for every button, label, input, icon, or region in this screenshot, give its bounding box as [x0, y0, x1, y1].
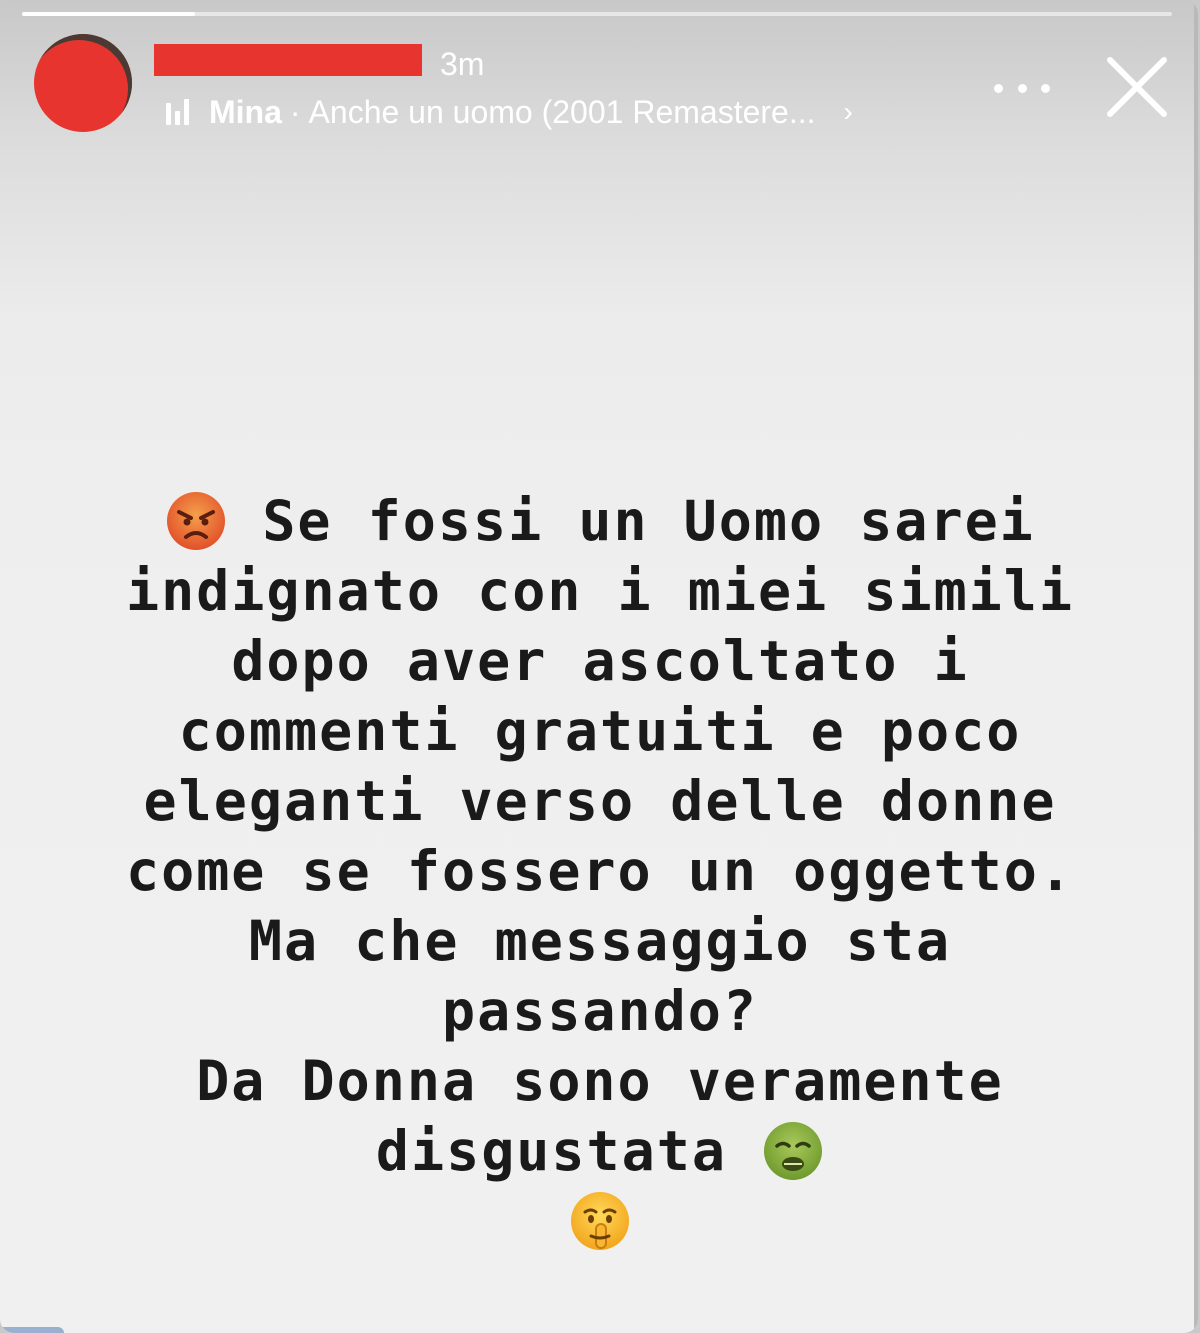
story-line: [60, 1186, 1140, 1256]
story-viewer: 3m Mina · Anche un uomo (2001 Remastere.…: [0, 0, 1198, 1333]
shushing-face-emoji: [569, 1190, 631, 1252]
story-line: come se fossero un oggetto.: [125, 839, 1075, 903]
nauseated-face-emoji: [762, 1120, 824, 1182]
frame-edge: [1194, 0, 1198, 1333]
story-line: disgustata: [60, 1116, 1140, 1186]
username-redaction[interactable]: [154, 44, 422, 76]
story-line: passando?: [441, 979, 758, 1043]
story-line: Se fossi un Uomo sarei: [60, 486, 1140, 556]
angry-face-emoji: [165, 490, 227, 552]
music-artist: Mina: [209, 93, 282, 130]
chevron-right-icon: ›: [843, 96, 853, 127]
close-icon[interactable]: [1104, 54, 1170, 120]
story-line: dopo aver ascoltato i: [231, 629, 969, 693]
story-text: Se fossi un Uomo sarei indignato con i m…: [60, 486, 1140, 1256]
story-progress-bar: [22, 12, 1172, 16]
music-sticker[interactable]: Mina · Anche un uomo (2001 Remastere... …: [166, 92, 853, 132]
story-timestamp: 3m: [440, 46, 485, 82]
story-line: indignato con i miei simili: [125, 559, 1075, 623]
music-separator: ·: [289, 93, 301, 130]
story-line: commenti gratuiti e poco: [178, 699, 1022, 763]
music-track-title: Anche un uomo (2001 Remastere...: [308, 93, 816, 130]
story-line: Ma che messaggio sta: [248, 909, 952, 973]
bottom-tab: [0, 1327, 64, 1333]
music-bars-icon: [166, 99, 189, 125]
story-line: eleganti verso delle donne: [143, 769, 1057, 833]
story-line: Da Donna sono veramente: [196, 1049, 1004, 1113]
story-progress-fill: [22, 12, 195, 16]
profile-avatar[interactable]: [34, 34, 132, 132]
more-options-icon[interactable]: [994, 70, 1050, 106]
